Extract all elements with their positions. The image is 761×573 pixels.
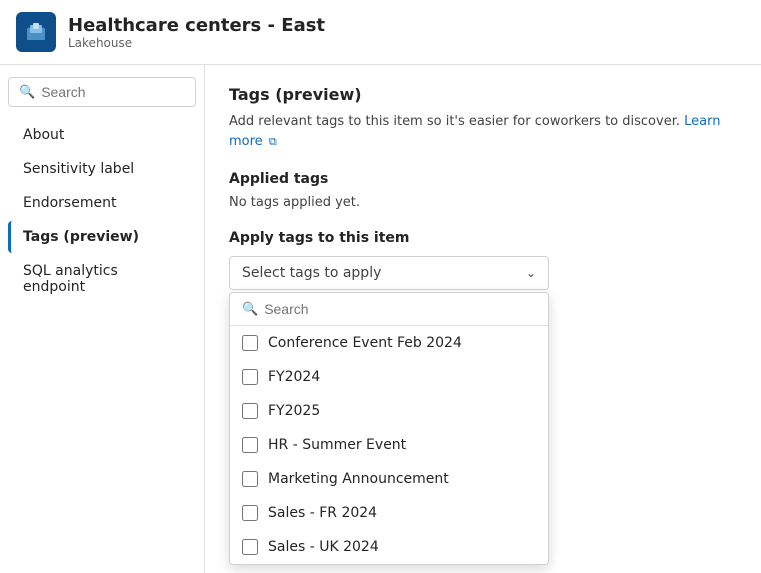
dropdown-placeholder-text: Select tags to apply [242, 265, 381, 281]
page-title: Healthcare centers - East [68, 15, 325, 36]
tag-checkbox-marketing[interactable] [242, 471, 258, 487]
main-layout: 🔍 About Sensitivity label Endorsement Ta… [0, 65, 761, 573]
dropdown-list: Conference Event Feb 2024 FY2024 FY2025 … [230, 326, 548, 564]
tag-option-conf-event[interactable]: Conference Event Feb 2024 [230, 326, 548, 360]
header-text: Healthcare centers - East Lakehouse [68, 15, 325, 50]
tag-checkbox-fy2024[interactable] [242, 369, 258, 385]
sidebar-item-sensitivity-label[interactable]: Sensitivity label [8, 153, 196, 185]
sidebar-item-tags-preview[interactable]: Tags (preview) [8, 221, 196, 253]
page-subtitle: Lakehouse [68, 36, 325, 50]
tag-checkbox-fy2025[interactable] [242, 403, 258, 419]
tag-option-fy2024[interactable]: FY2024 [230, 360, 548, 394]
sidebar-search-input[interactable] [41, 84, 185, 100]
tag-option-hr-summer[interactable]: HR - Summer Event [230, 428, 548, 462]
tag-option-marketing[interactable]: Marketing Announcement [230, 462, 548, 496]
section-description: Add relevant tags to this item so it's e… [229, 112, 737, 151]
tag-checkbox-sales-fr[interactable] [242, 505, 258, 521]
sidebar-item-sql-analytics[interactable]: SQL analytics endpoint [8, 255, 196, 303]
sidebar-item-about[interactable]: About [8, 119, 196, 151]
sidebar: 🔍 About Sensitivity label Endorsement Ta… [0, 65, 205, 573]
no-tags-text: No tags applied yet. [229, 195, 737, 210]
tags-dropdown-wrapper: Select tags to apply ⌄ 🔍 Conference Even… [229, 256, 549, 290]
tag-option-sales-uk[interactable]: Sales - UK 2024 [230, 530, 548, 564]
tag-checkbox-sales-uk[interactable] [242, 539, 258, 555]
tag-checkbox-hr-summer[interactable] [242, 437, 258, 453]
tag-label-sales-uk: Sales - UK 2024 [268, 539, 379, 555]
tags-dropdown-trigger[interactable]: Select tags to apply ⌄ [229, 256, 549, 290]
dropdown-search-icon: 🔍 [242, 302, 258, 317]
dropdown-search-input[interactable] [264, 301, 536, 317]
search-icon: 🔍 [19, 85, 35, 100]
tags-dropdown-panel: 🔍 Conference Event Feb 2024 FY2024 FY20 [229, 292, 549, 565]
app-icon [16, 12, 56, 52]
external-link-icon: ⧉ [269, 134, 277, 151]
tag-label-conf-event: Conference Event Feb 2024 [268, 335, 462, 351]
dropdown-search-box[interactable]: 🔍 [230, 293, 548, 326]
tag-checkbox-conf-event[interactable] [242, 335, 258, 351]
section-title: Tags (preview) [229, 85, 737, 104]
tag-label-fy2025: FY2025 [268, 403, 320, 419]
app-header: Healthcare centers - East Lakehouse [0, 0, 761, 65]
chevron-down-icon: ⌄ [526, 266, 536, 280]
tag-option-fy2025[interactable]: FY2025 [230, 394, 548, 428]
main-content: Tags (preview) Add relevant tags to this… [205, 65, 761, 573]
tag-label-fy2024: FY2024 [268, 369, 320, 385]
tag-label-marketing: Marketing Announcement [268, 471, 449, 487]
applied-tags-title: Applied tags [229, 171, 737, 187]
tag-option-sales-fr[interactable]: Sales - FR 2024 [230, 496, 548, 530]
tag-label-hr-summer: HR - Summer Event [268, 437, 406, 453]
sidebar-search-box[interactable]: 🔍 [8, 77, 196, 107]
apply-tags-title: Apply tags to this item [229, 230, 737, 246]
tag-label-sales-fr: Sales - FR 2024 [268, 505, 377, 521]
sidebar-item-endorsement[interactable]: Endorsement [8, 187, 196, 219]
